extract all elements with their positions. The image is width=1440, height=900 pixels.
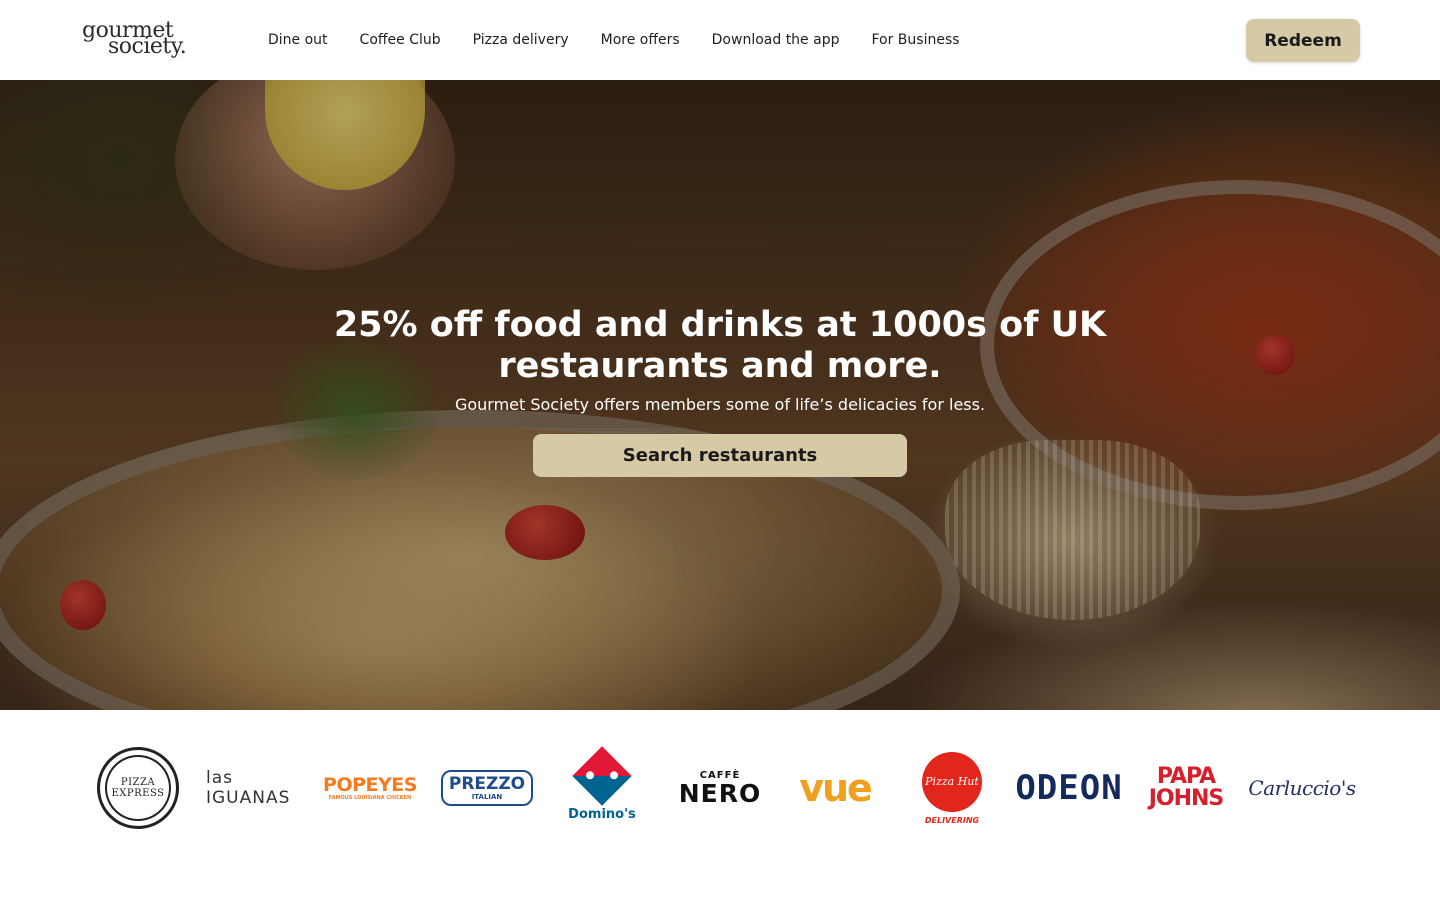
brand-label: las IGUANAS <box>206 768 291 808</box>
redeem-button[interactable]: Redeem <box>1246 19 1360 62</box>
brand-papa-johns-logo[interactable]: PAPA JOHNS <box>1146 746 1226 830</box>
nav-pizza-delivery[interactable]: Pizza delivery <box>473 32 569 48</box>
brand-dominos-logo[interactable]: Domino's <box>562 745 642 830</box>
brand-label: Carluccio's <box>1248 776 1356 800</box>
brand-tagline: DELIVERING <box>924 815 980 825</box>
brand-label: vue <box>799 766 873 810</box>
pizza-express-emblem: PIZZA EXPRESS <box>97 747 179 829</box>
brand-label: PAPA <box>1156 764 1216 789</box>
brand-label: Pizza Hut <box>925 775 979 788</box>
dominos-tile-icon <box>572 745 632 806</box>
brand-label: JOHNS <box>1148 786 1225 811</box>
brand-pizza-hut-logo[interactable]: Pizza Hut DELIVERING <box>914 746 990 830</box>
brand-label: PIZZA <box>120 777 156 788</box>
partner-brands-strip: PIZZA EXPRESS las IGUANAS POPEYES FAMOUS… <box>0 710 1440 900</box>
brand-label: POPEYES <box>323 774 417 796</box>
brand-prezzo-logo[interactable]: PREZZO ITALIAN <box>440 746 534 830</box>
brand-las-iguanas-logo[interactable]: las IGUANAS <box>206 746 304 830</box>
main-nav: Dine out Coffee Club Pizza delivery More… <box>268 0 960 80</box>
brand-tagline: ITALIAN <box>471 793 503 801</box>
brand-tagline: FAMOUS LOUISIANA CHICKEN <box>328 795 412 801</box>
gourmet-society-logo[interactable]: gourmet society. <box>82 18 222 62</box>
brand-carluccios-logo[interactable]: Carluccio's <box>1248 746 1356 830</box>
hero-title: 25% off food and drinks at 1000s of UK r… <box>333 305 1107 386</box>
brand-popeyes-logo[interactable]: POPEYES FAMOUS LOUISIANA CHICKEN <box>322 746 418 830</box>
prezzo-badge: PREZZO ITALIAN <box>440 770 534 806</box>
brand-pizza-express-logo[interactable]: PIZZA EXPRESS <box>96 746 180 830</box>
nav-more-offers[interactable]: More offers <box>601 32 680 48</box>
brand-label: EXPRESS <box>111 788 165 799</box>
nav-for-business[interactable]: For Business <box>871 32 959 48</box>
brand-odeon-logo[interactable]: ODEON <box>1012 746 1126 830</box>
logo-line-2: society. <box>108 34 187 59</box>
brand-label: Domino's <box>568 806 636 822</box>
search-restaurants-button[interactable]: Search restaurants <box>533 434 907 477</box>
pizza-hut-roof-icon: Pizza Hut <box>922 751 982 812</box>
brand-vue-logo[interactable]: vue <box>790 746 880 830</box>
brand-label: PREZZO <box>448 774 526 794</box>
brand-caffe-nero-logo[interactable]: CAFFÈ NERO <box>672 746 768 830</box>
nav-coffee-club[interactable]: Coffee Club <box>360 32 441 48</box>
site-header: gourmet society. Dine out Coffee Club Pi… <box>0 0 1440 80</box>
brand-label: ODEON <box>1015 768 1123 808</box>
brand-label: NERO <box>678 779 762 808</box>
hero-subtitle: Gourmet Society offers members some of l… <box>454 395 986 414</box>
hero-banner: 25% off food and drinks at 1000s of UK r… <box>0 80 1440 710</box>
nav-dine-out[interactable]: Dine out <box>268 32 328 48</box>
nav-download-app[interactable]: Download the app <box>712 32 840 48</box>
